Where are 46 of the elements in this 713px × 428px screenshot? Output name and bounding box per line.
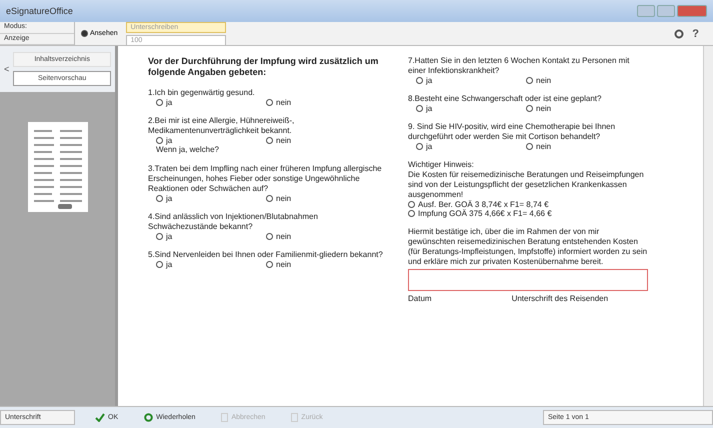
signature-label: Unterschrift des Reisenden xyxy=(512,294,608,303)
radio-option[interactable]: nein xyxy=(526,104,636,113)
question-text: 1.Ich bin gegenwärtig gesund. xyxy=(148,88,256,98)
radio-option[interactable]: ja xyxy=(416,76,526,85)
page-icon xyxy=(221,413,228,422)
checkbox-option[interactable]: Impfung GOÄ 375 4,66€ x F1= 4,66 € xyxy=(408,209,648,218)
question-text: 3.Traten bei dem Impfling nach einer früheren Impfung allergische Erscheinungen, hohes Fieber oder sonstige Ungewöhnliche Reaktionen oder Schwächen auf? xyxy=(148,164,383,194)
radio-option[interactable]: nein xyxy=(266,136,376,144)
radio-option[interactable]: ja xyxy=(156,136,266,144)
radio-option[interactable]: ja xyxy=(156,232,266,240)
radio-option[interactable]: nein xyxy=(266,98,376,106)
window-title: eSignatureOffice xyxy=(6,6,73,16)
check-icon xyxy=(95,413,105,422)
help-button[interactable]: ? xyxy=(692,28,699,40)
question-text: 5.Sind Nervenleiden bei Ihnen oder Familienmit-gliedern bekannt? xyxy=(148,250,384,260)
radio-option[interactable]: nein xyxy=(526,76,636,85)
radio-option[interactable]: nein xyxy=(266,232,376,240)
notice-text: Die Kosten für reisemedizinische Beratungen und Reiseimpfungen sind von der Leistungspflicht der gesetzlichen Krankenkassen ausgenommen! xyxy=(408,170,645,200)
question-text: 8.Besteht eine Schwangerschaft oder ist eine geplant? xyxy=(408,94,602,104)
radio-option[interactable]: nein xyxy=(526,142,636,151)
close-button[interactable] xyxy=(677,5,707,17)
consent-text: Hiermit bestätige ich, über die im Rahmen der von mir gewünschten reisemedizinischen Beratung entstehenden Kosten (für Beratungs-Impfleistungen, Impfstoffe) informiert worden zu sein und erkläre mich zur privaten Kostenübernahme bereit. xyxy=(408,227,648,267)
checkbox-option[interactable]: Ausf. Ber. GOÄ 3 8,74€ x F1= 8,74 € xyxy=(408,200,648,209)
page-thumbnail[interactable] xyxy=(28,122,88,212)
page-icon xyxy=(291,413,298,422)
question-text: 2.Bei mir ist eine Allergie, Hühnereiweiß-, Medikamentenunverträglichkeit bekannt. xyxy=(148,116,296,136)
notice-title: Wichtiger Hinweis: xyxy=(408,160,475,170)
signature-field[interactable] xyxy=(408,269,648,291)
radio-option[interactable]: nein xyxy=(266,260,376,268)
minimize-button[interactable] xyxy=(637,5,655,17)
radio-option[interactable]: ja xyxy=(416,142,526,151)
radio-option[interactable]: ja xyxy=(156,260,266,268)
maximize-button[interactable] xyxy=(657,5,675,17)
scrollbar[interactable] xyxy=(703,46,713,406)
refresh-icon xyxy=(144,413,154,422)
followup-text: Wenn ja, welche? xyxy=(155,144,220,154)
radio-option[interactable]: ja xyxy=(156,98,266,106)
date-label: Datum xyxy=(408,294,432,303)
collapse-button[interactable]: < xyxy=(4,64,10,74)
radio-option[interactable]: ja xyxy=(156,194,266,202)
question-text: 4.Sind anlässlich von Injektionen/Blutabnahmen Schwächezustände bekannt? xyxy=(148,212,319,232)
radio-option[interactable]: nein xyxy=(266,194,376,202)
question-text: 9. Sind Sie HIV-positiv, wird eine Chemotherapie bei Ihnen durchgeführt oder werden Sie mit Cortison behandelt? xyxy=(408,122,616,142)
question-text: 7.Hatten Sie in den letzten 6 Wochen Kontakt zu Personen mit einer Infektionskrankheit? xyxy=(408,56,630,76)
section-heading: Vor der Durchführung der Impfung wird zusätzlich um folgende Angaben gebeten: xyxy=(148,56,380,78)
radio-option[interactable]: ja xyxy=(416,104,526,113)
